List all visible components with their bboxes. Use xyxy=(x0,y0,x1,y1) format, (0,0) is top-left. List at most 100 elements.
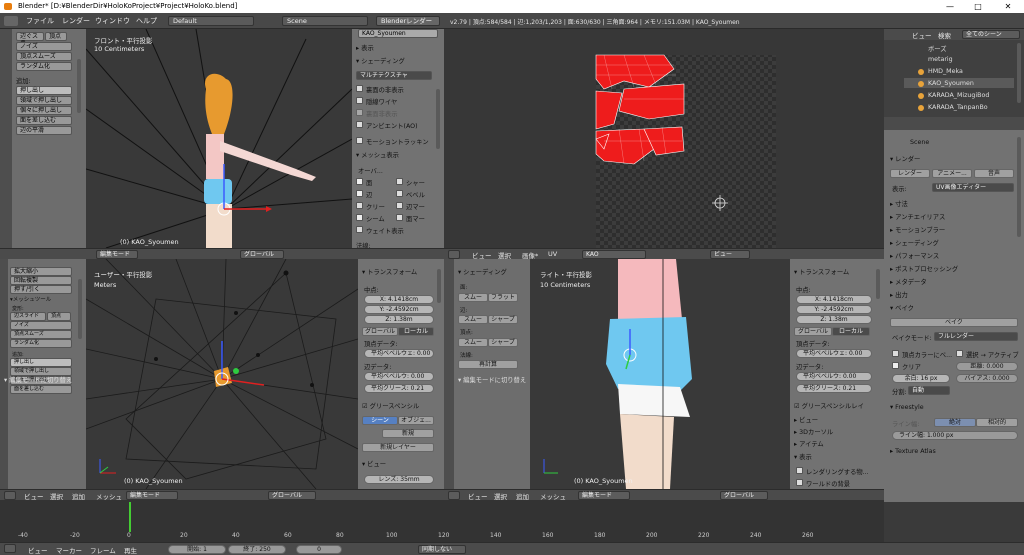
button-render[interactable]: レンダー xyxy=(890,169,930,178)
section-grease-bl[interactable]: ☑ グリースペンシル xyxy=(362,401,419,410)
checkbox-world-bg[interactable] xyxy=(796,479,803,486)
section-shading-br[interactable]: ▾ シェーディング xyxy=(458,267,507,276)
uv-image-editor[interactable] xyxy=(444,29,884,248)
outliner-item-kao[interactable]: KAO_Syoumen xyxy=(928,80,974,87)
mesh-name-field[interactable]: KAO_Syoumen xyxy=(358,29,438,38)
section-post-processing[interactable]: ▸ ポストプロセッシング xyxy=(890,264,958,273)
sync-mode-select[interactable]: 同期しない xyxy=(418,545,466,554)
image-name-field[interactable]: KAO xyxy=(582,250,646,259)
tool-extrude-region[interactable]: 領域で押し出し xyxy=(16,96,72,105)
tool-noise-bl[interactable]: ノイズ xyxy=(10,321,72,330)
section-mesh-display[interactable]: ▾ メッシュ表示 xyxy=(356,150,399,159)
mode-select-top-left[interactable]: 編集モード xyxy=(96,250,138,259)
checkbox-face-marks[interactable] xyxy=(396,214,403,221)
tool-randomize[interactable]: ランダム化 xyxy=(16,62,72,71)
editor-type-uv[interactable] xyxy=(448,250,460,259)
menu-render[interactable]: レンダー xyxy=(62,16,90,26)
field-ebweight-br[interactable]: 平均ベベルウ: 0.00 xyxy=(796,372,872,381)
button-object-bl[interactable]: オブジェ... xyxy=(398,416,434,425)
mode-select-bl[interactable]: 編集モード xyxy=(126,491,178,500)
toolshelf-scrollbar[interactable] xyxy=(77,59,81,113)
screen-layout-select[interactable]: Default xyxy=(168,16,254,26)
checkbox-bevel[interactable] xyxy=(396,190,403,197)
checkbox-clear[interactable] xyxy=(892,362,899,369)
npanel-bl-scrollbar[interactable] xyxy=(437,269,441,303)
orientation-select-br[interactable]: グローバル xyxy=(720,491,768,500)
field-y-bl[interactable]: Y: -2.4592cm xyxy=(364,305,434,314)
field-y-br[interactable]: Y: -2.4592cm xyxy=(796,305,872,314)
field-distance[interactable]: 距離: 0.000 xyxy=(956,362,1018,371)
checkbox-bake-vcol[interactable] xyxy=(892,350,899,357)
viewport-right[interactable]: ライト・平行投影 10 Centimeters (0) KAO_Syoumen xyxy=(530,259,790,489)
outliner-item-karada-tanpan[interactable]: KARADA_TanpanBo xyxy=(928,104,988,111)
outliner-scrollbar[interactable] xyxy=(1017,43,1021,103)
properties-scrollbar[interactable] xyxy=(1017,137,1021,237)
tool-extrude-individual[interactable]: 個々に押し出し xyxy=(16,106,72,115)
button-global-bl[interactable]: グローバル xyxy=(362,327,398,336)
tool-more[interactable]: 辺の平滑 xyxy=(16,126,72,135)
section-display-br[interactable]: ▾ 表示 xyxy=(794,452,812,461)
checkbox-backface[interactable] xyxy=(356,109,363,116)
orientation-select-top-left[interactable]: グローバル xyxy=(240,250,284,259)
button-vert-sharp[interactable]: シャープ xyxy=(488,338,518,347)
checkbox-edges[interactable] xyxy=(356,190,363,197)
tool-tabs-br[interactable] xyxy=(444,259,454,489)
section-shading[interactable]: ▾ シェーディング xyxy=(356,56,405,65)
tool-random-bl[interactable]: ランダム化 xyxy=(10,339,72,348)
viewport-front[interactable]: フロント・平行投影 10 Centimeters (0) KAO_Syoumen xyxy=(86,29,352,248)
button-vert-smooth[interactable]: スムー xyxy=(458,338,488,347)
tool-vertex-slide[interactable]: 頂点 xyxy=(45,32,67,41)
viewport-user[interactable]: ユーザー・平行投影 Meters (0) KAO_Syoumen xyxy=(86,259,358,489)
display-select[interactable]: UV画像エディター xyxy=(932,183,1014,192)
tool-extrude[interactable]: 押し出し xyxy=(16,86,72,95)
tool-tabs-bl[interactable] xyxy=(0,259,8,489)
button-face-smooth[interactable]: スムー xyxy=(458,293,488,302)
section-view-bl[interactable]: ▾ ビュー xyxy=(362,459,386,468)
section-grease-br[interactable]: ☑ グリースペンシルレイ xyxy=(794,401,864,410)
button-absolute[interactable]: 絶対 xyxy=(934,418,976,427)
checkbox-sharp[interactable] xyxy=(396,178,403,185)
checkbox-crease[interactable] xyxy=(356,202,363,209)
maximize-button[interactable]: □ xyxy=(966,0,990,13)
properties-tabs[interactable] xyxy=(884,117,1024,130)
field-crease-bl[interactable]: 平均クリース: 0.21 xyxy=(364,384,434,393)
checkbox-edge-marks[interactable] xyxy=(396,202,403,209)
tool-extrude-bl[interactable]: 押し出し xyxy=(10,358,72,367)
field-vbweight-br[interactable]: 平均ベベルウェ: 0.00 xyxy=(796,349,872,358)
tool-spin-dup[interactable]: 回転複製 xyxy=(10,276,72,285)
tool-inset-bl[interactable]: 面を差し込む xyxy=(10,385,72,394)
checkbox-render-only[interactable] xyxy=(796,467,803,474)
tool-smooth-vertex[interactable]: 頂点スムーズ xyxy=(16,52,72,61)
editor-type-br[interactable] xyxy=(448,491,460,500)
outliner-menu-view[interactable]: ビュー xyxy=(912,30,932,40)
field-bias[interactable]: バイアス: 0.000 xyxy=(956,374,1018,383)
tool-inset[interactable]: 面を差し込む xyxy=(16,116,72,125)
checkbox-textured-solid[interactable] xyxy=(356,85,363,92)
field-x-bl[interactable]: X: 4.1418cm xyxy=(364,295,434,304)
tool-edge-slide-bl[interactable]: 辺スライド xyxy=(10,312,46,321)
button-local-bl[interactable]: ローカル xyxy=(398,327,434,336)
button-audio[interactable]: 音声 xyxy=(974,169,1014,178)
field-vbweight-bl[interactable]: 平均ベベルウェ: 0.00 xyxy=(364,349,434,358)
field-margin[interactable]: 余白: 16 px xyxy=(892,374,950,383)
section-motion-tracking[interactable]: モーショントラッキン xyxy=(366,137,429,146)
tool-smooth-bl[interactable]: 頂点スムーズ xyxy=(10,330,72,339)
section-output[interactable]: ▸ 出力 xyxy=(890,290,908,299)
split-select[interactable]: 自動 xyxy=(908,386,950,395)
scene-select[interactable]: Scene xyxy=(282,16,368,26)
section-freestyle[interactable]: ▾ Freestyle xyxy=(890,404,924,411)
tool-scale[interactable]: 拡大縮小 xyxy=(10,267,72,276)
section-performance[interactable]: ▸ パフォーマンス xyxy=(890,251,939,260)
checkbox-weight[interactable] xyxy=(356,226,363,233)
outliner-item-hmd[interactable]: HMD_Meka xyxy=(928,68,963,75)
orientation-select-bl[interactable]: グローバル xyxy=(268,491,316,500)
button-recalc-normals[interactable]: 再計算 xyxy=(458,360,518,369)
section-shading[interactable]: ▸ シェーディング xyxy=(890,238,939,247)
button-animation[interactable]: アニメー... xyxy=(932,169,972,178)
button-bake[interactable]: ベイク xyxy=(890,318,1018,327)
checkbox-ao[interactable] xyxy=(356,121,363,128)
mode-select-br[interactable]: 編集モード xyxy=(578,491,630,500)
render-engine-select[interactable]: Blenderレンダー xyxy=(376,16,440,26)
button-face-flat[interactable]: フラット xyxy=(488,293,518,302)
section-toggle-edit-br[interactable]: ▾ 編集モードに切り替え xyxy=(458,375,526,384)
